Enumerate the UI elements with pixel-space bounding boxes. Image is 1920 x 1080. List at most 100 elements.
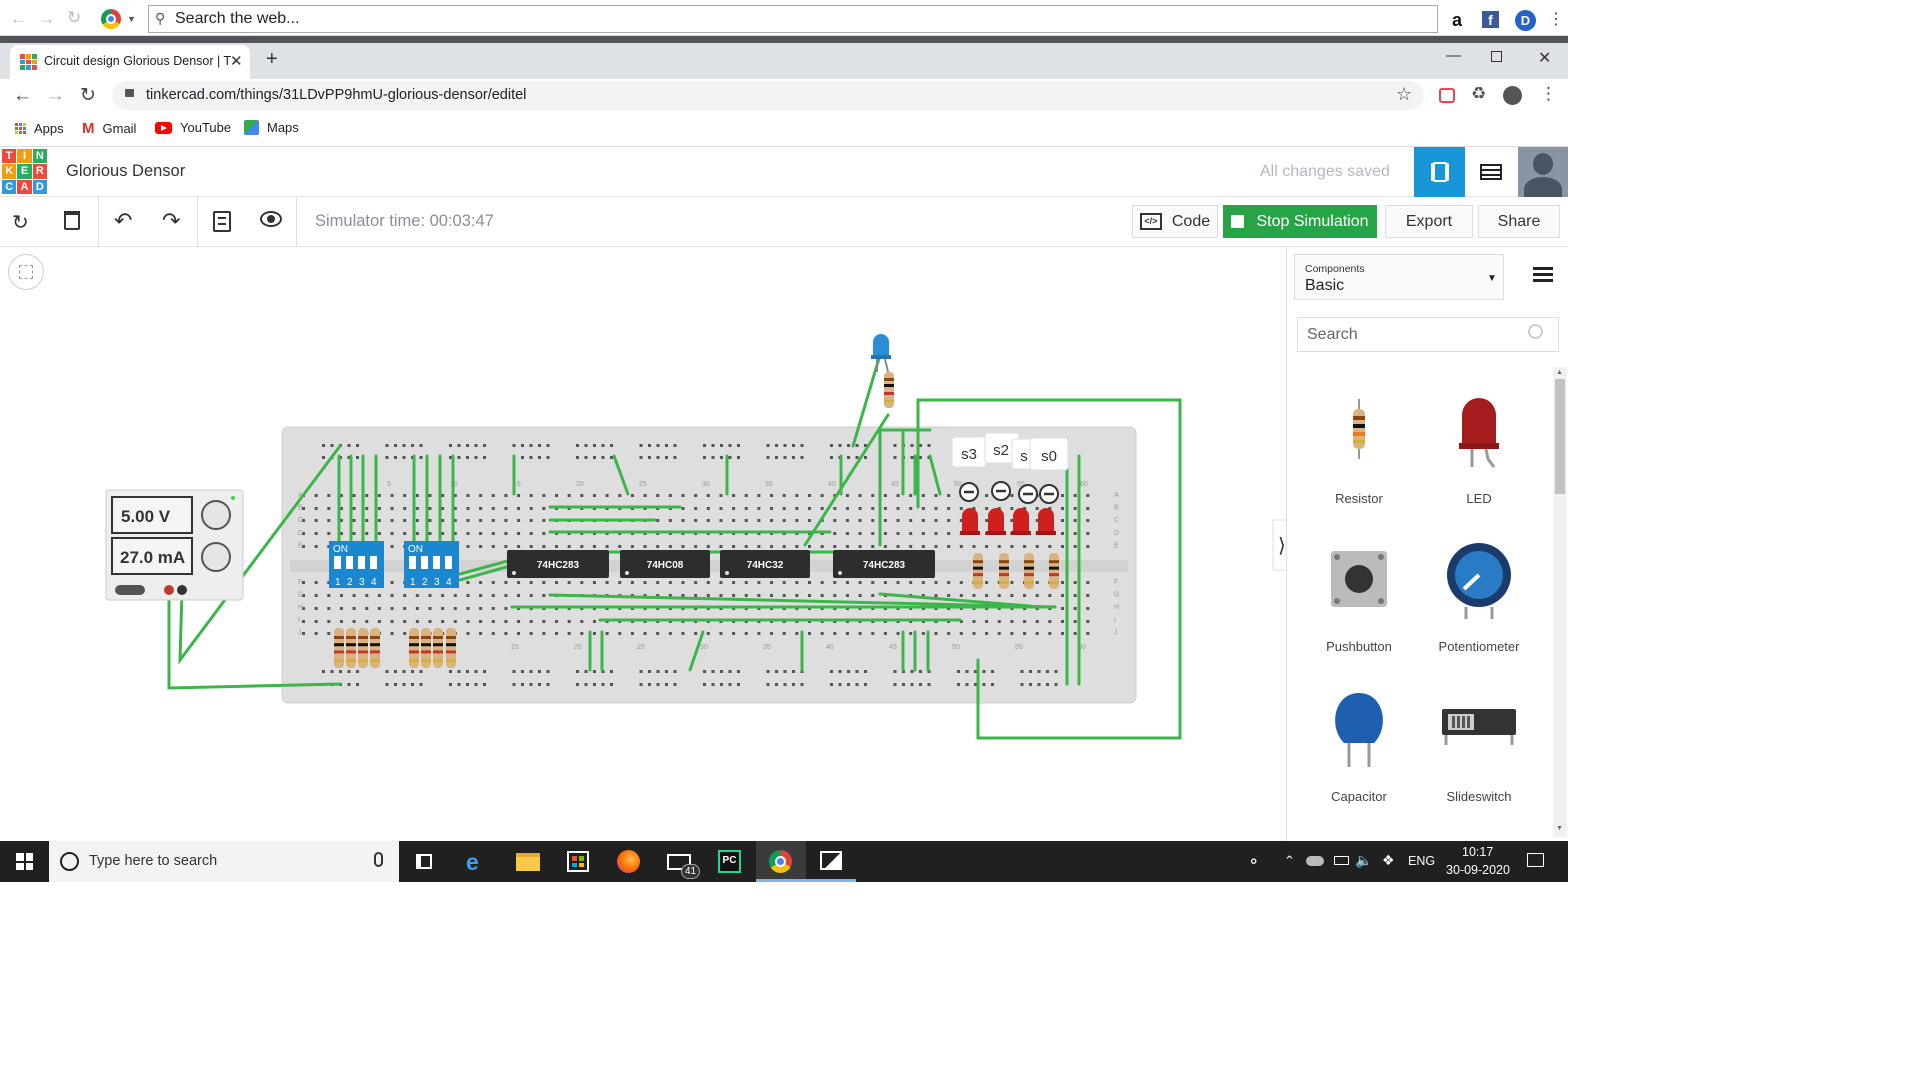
resistor[interactable] xyxy=(334,628,344,668)
panel-collapse-toggle[interactable]: ⟩ xyxy=(1272,519,1286,571)
onedrive-icon[interactable] xyxy=(1306,856,1324,866)
resistor[interactable] xyxy=(346,628,356,668)
scroll-down-icon[interactable]: ▼ xyxy=(1556,825,1563,832)
chrome-logo-icon[interactable] xyxy=(101,9,121,29)
category-dropdown[interactable]: Components Basic ▼ xyxy=(1294,254,1504,300)
show-hidden-icons-chevron-icon[interactable]: ⌃ xyxy=(1284,853,1295,869)
restore-icon[interactable] xyxy=(1491,51,1502,62)
forward-icon[interactable]: → xyxy=(46,85,65,107)
chip-74hc08[interactable]: 74HC08 xyxy=(620,550,710,578)
tinkercad-logo[interactable]: T I N K E R C A D xyxy=(2,149,47,194)
voltage-knob[interactable] xyxy=(201,500,231,530)
taskbar-search-box[interactable]: Type here to search xyxy=(49,841,399,882)
mail-taskbar-item[interactable]: 41 xyxy=(667,851,700,879)
reload-icon[interactable]: ↻ xyxy=(67,8,81,28)
component-resistor[interactable]: Resistor xyxy=(1304,387,1414,507)
component-pushbutton[interactable]: Pushbutton xyxy=(1304,537,1414,657)
project-title[interactable]: Glorious Densor xyxy=(66,162,185,181)
microphone-icon[interactable] xyxy=(374,852,383,867)
notifications-icon[interactable] xyxy=(1527,853,1544,867)
list-view-icon[interactable] xyxy=(1533,267,1553,282)
dip-switch-2[interactable]: ON 1 2 3 4 xyxy=(404,541,459,588)
resistor[interactable] xyxy=(446,628,456,668)
component-list-button[interactable] xyxy=(1465,147,1516,197)
firefox-icon[interactable] xyxy=(617,850,640,873)
chevron-down-icon[interactable]: ▼ xyxy=(127,14,136,24)
dropbox-icon[interactable]: ❖ xyxy=(1382,852,1395,869)
chip-74hc283-b[interactable]: 74HC283 xyxy=(833,550,935,578)
new-tab-icon[interactable]: + xyxy=(266,48,278,71)
more-vert-icon[interactable]: ⋮ xyxy=(1548,9,1564,29)
address-bar[interactable]: tinkercad.com/things/31LDvPP9hmU-gloriou… xyxy=(112,81,1424,110)
clock-time[interactable]: 10:17 xyxy=(1462,845,1493,859)
pocket-icon[interactable] xyxy=(1439,88,1455,103)
undo-icon[interactable]: ↶ xyxy=(114,208,132,234)
power-switch[interactable] xyxy=(115,585,145,595)
resistor[interactable] xyxy=(370,628,380,668)
component-search-input[interactable]: Search xyxy=(1297,317,1559,352)
volume-icon[interactable]: 🔈 xyxy=(1355,852,1372,869)
resistor[interactable] xyxy=(358,628,368,668)
photos-taskbar-item[interactable] xyxy=(806,841,856,882)
led-resistor[interactable] xyxy=(999,553,1009,589)
web-search-input[interactable]: ⚲ Search the web... xyxy=(148,5,1438,33)
pycharm-icon[interactable]: PC xyxy=(718,850,741,873)
minimize-icon[interactable]: — xyxy=(1446,47,1461,64)
delete-icon[interactable] xyxy=(64,211,80,230)
file-explorer-icon[interactable] xyxy=(516,853,540,871)
edge-icon[interactable]: e xyxy=(466,849,479,876)
panel-scrollbar[interactable]: ▲ ▼ xyxy=(1553,367,1567,837)
code-button[interactable]: </> Code xyxy=(1132,205,1218,238)
resistor[interactable] xyxy=(433,628,443,668)
scroll-up-icon[interactable]: ▲ xyxy=(1556,369,1563,376)
terminal-negative[interactable] xyxy=(177,585,187,595)
bookmark-gmail[interactable]: M Gmail xyxy=(82,120,136,137)
chip-74hc32[interactable]: 74HC32 xyxy=(720,550,810,578)
circuit-canvas[interactable]: 5 10 15 20 25 30 35 40 45 50 55 6015 20 25 30 35 40 45 50 5… xyxy=(0,247,1286,841)
people-icon[interactable]: ⚬ xyxy=(1247,852,1260,872)
chrome-taskbar-item[interactable] xyxy=(756,841,806,882)
led-resistor[interactable] xyxy=(973,553,983,589)
bookmark-youtube[interactable]: YouTube xyxy=(155,120,231,135)
bookmark-maps[interactable]: Maps xyxy=(244,120,299,135)
facebook-icon[interactable]: f xyxy=(1482,11,1499,28)
clock-date[interactable]: 30-09-2020 xyxy=(1446,863,1510,877)
windows-start-icon[interactable] xyxy=(16,853,33,870)
back-icon[interactable]: ← xyxy=(13,85,32,107)
menu-dots-icon[interactable]: ⋮ xyxy=(1540,84,1557,104)
chip-74hc283-a[interactable]: 74HC283 xyxy=(507,550,609,578)
blue-led[interactable] xyxy=(871,334,891,373)
task-view-icon[interactable] xyxy=(416,854,432,869)
terminal-positive[interactable] xyxy=(164,585,174,595)
component-potentiometer[interactable]: Potentiometer xyxy=(1424,537,1534,657)
share-button[interactable]: Share xyxy=(1478,205,1560,238)
component-slideswitch[interactable]: Slideswitch xyxy=(1424,687,1534,807)
language-indicator[interactable]: ENG xyxy=(1408,854,1435,868)
store-icon[interactable] xyxy=(567,851,589,872)
extensions-icon[interactable]: ♻ xyxy=(1471,84,1486,104)
redo-icon[interactable]: ↷ xyxy=(162,208,180,234)
current-knob[interactable] xyxy=(201,542,231,572)
bookmark-apps[interactable]: Apps xyxy=(15,121,64,136)
led-resistor[interactable] xyxy=(1049,553,1059,589)
amazon-icon[interactable]: a xyxy=(1452,10,1462,31)
bookmark-star-icon[interactable]: ☆ xyxy=(1396,84,1412,105)
close-window-icon[interactable]: ✕ xyxy=(1538,48,1551,68)
visibility-eye-icon[interactable] xyxy=(260,211,282,227)
export-button[interactable]: Export xyxy=(1385,205,1473,238)
battery-icon[interactable] xyxy=(1334,856,1349,865)
resistor[interactable] xyxy=(409,628,419,668)
blue-led-resistor[interactable] xyxy=(884,372,894,408)
stop-simulation-button[interactable]: Stop Simulation xyxy=(1223,205,1377,238)
account-icon[interactable] xyxy=(1503,86,1522,105)
forward-arrow-icon[interactable]: → xyxy=(38,9,55,29)
reload-icon[interactable]: ↻ xyxy=(80,84,96,107)
power-supply[interactable]: 5.00 V 27.0 mA xyxy=(105,489,244,601)
user-avatar[interactable] xyxy=(1518,147,1568,197)
tab-close-icon[interactable]: ✕ xyxy=(230,52,243,70)
notes-icon[interactable] xyxy=(213,211,231,232)
profile-d-icon[interactable]: D xyxy=(1515,10,1536,31)
resistor[interactable] xyxy=(421,628,431,668)
back-arrow-icon[interactable]: ← xyxy=(10,9,27,29)
tab-active[interactable]: Circuit design Glorious Densor | T xyxy=(10,45,250,79)
